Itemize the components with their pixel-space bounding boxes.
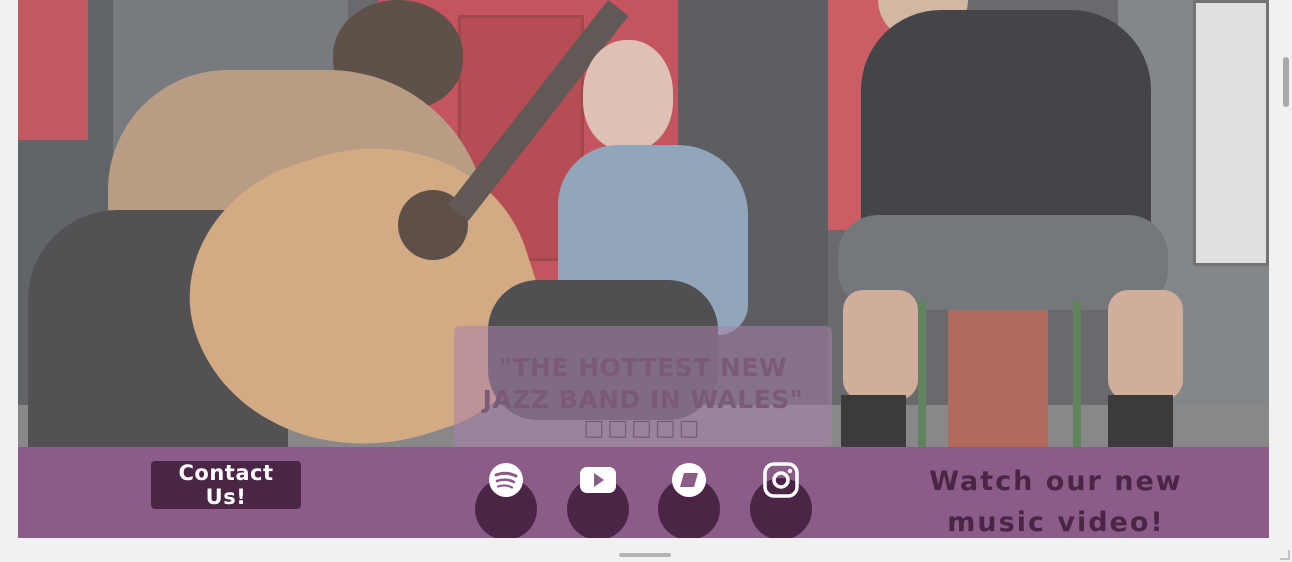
- contact-us-button[interactable]: Contact Us!: [151, 461, 301, 509]
- resize-handle-icon[interactable]: [1280, 550, 1290, 560]
- spotify-link[interactable]: [475, 462, 537, 538]
- press-quote-box: "THE HOTTEST NEW JAZZ BAND IN WALES" □□□…: [454, 326, 832, 447]
- instagram-icon: [763, 462, 799, 498]
- youtube-icon: [580, 467, 616, 493]
- spotify-icon: [489, 463, 523, 497]
- page-viewport: "THE HOTTEST NEW JAZZ BAND IN WALES" □□□…: [18, 0, 1269, 538]
- bandcamp-link[interactable]: [658, 462, 720, 538]
- scrollbar-thumb[interactable]: [1283, 57, 1289, 107]
- press-quote: "THE HOTTEST NEW JAZZ BAND IN WALES": [482, 353, 804, 414]
- bandcamp-icon: [672, 463, 706, 497]
- scrollbar[interactable]: [1280, 0, 1292, 562]
- watch-video-link[interactable]: Watch our new music video!: [886, 461, 1226, 538]
- footer-bar: Contact Us! Watch our new music video!: [18, 447, 1269, 538]
- drag-handle[interactable]: [619, 553, 671, 557]
- rating-stars: □□□□□: [583, 416, 703, 441]
- hero-photo: "THE HOTTEST NEW JAZZ BAND IN WALES" □□□…: [18, 0, 1269, 447]
- youtube-link[interactable]: [567, 462, 629, 538]
- instagram-link[interactable]: [750, 462, 812, 538]
